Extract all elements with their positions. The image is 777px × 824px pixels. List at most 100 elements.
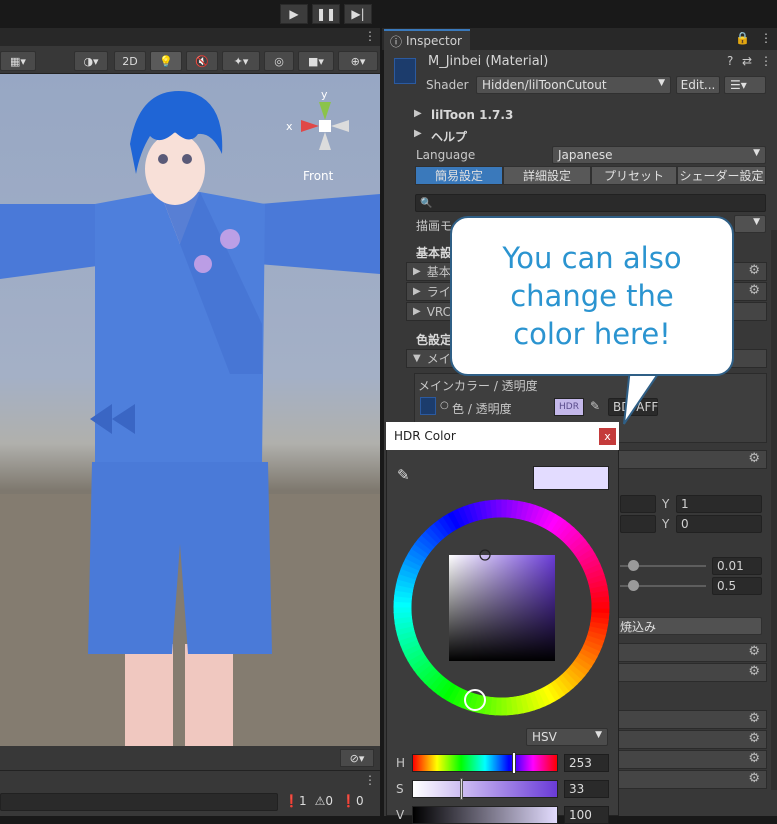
texture-thumbnail[interactable] <box>420 397 436 415</box>
render-mode-label: 描画モ <box>416 219 453 233</box>
tab-inspector[interactable]: ⓘ Inspector <box>384 29 470 50</box>
hue-slider-handle[interactable] <box>512 752 516 774</box>
info-icon: ⓘ <box>390 35 403 49</box>
pause-button[interactable]: ❚❚ <box>312 4 340 24</box>
camera-icon: ■▾ <box>308 54 324 68</box>
audio-toggle[interactable]: 🔇 <box>186 51 218 71</box>
help-icon[interactable]: ? <box>727 54 733 68</box>
more-icon[interactable]: ⋮ <box>364 29 376 43</box>
lock-icon[interactable]: 🔒 <box>735 31 750 45</box>
gear-icon[interactable]: ⚙ <box>748 451 760 466</box>
gear-icon[interactable]: ⚙ <box>748 731 760 746</box>
uv-field[interactable] <box>620 515 656 533</box>
saturation-value-field[interactable]: 33 <box>564 780 609 798</box>
color-preview-swatch <box>533 466 609 490</box>
color-mode-dropdown[interactable]: HSV ▼ <box>526 728 608 746</box>
visibility-toggle[interactable]: ◎ <box>264 51 294 71</box>
section-row[interactable]: ⚙ <box>614 710 767 729</box>
edit-shader-button[interactable]: Edit... <box>676 76 720 94</box>
gizmos-dropdown[interactable]: ⊕▾ <box>338 51 378 71</box>
section-row[interactable]: ⚙ <box>614 750 767 769</box>
gizmo-neg-y-axis <box>319 132 331 150</box>
close-button[interactable]: x <box>599 428 616 445</box>
render-mode-dropdown[interactable]: ▼ <box>734 215 766 233</box>
step-button[interactable]: ▶| <box>344 4 372 24</box>
section-row[interactable]: ⚙ <box>614 770 767 789</box>
gear-icon[interactable]: ⚙ <box>748 644 760 659</box>
settings-sliders-icon[interactable]: ⇄ <box>742 54 752 68</box>
tab-detail-settings[interactable]: 詳細設定 <box>503 166 591 185</box>
section-row[interactable]: ⚙ <box>614 730 767 749</box>
value-slider[interactable] <box>412 806 558 824</box>
basic-settings-header: 基本設 <box>416 246 453 260</box>
play-icon: ▶ <box>289 7 299 21</box>
message-count[interactable]: ❗0 <box>341 794 364 808</box>
section-row[interactable]: ⚙ <box>614 450 767 469</box>
help-foldout[interactable]: ヘルプ <box>431 128 467 145</box>
hue-slider[interactable] <box>412 754 558 772</box>
grid-dropdown[interactable]: ▦▾ <box>0 51 36 71</box>
gear-icon[interactable]: ⚙ <box>748 751 760 766</box>
picker-title-bar[interactable]: HDR Color <box>386 422 619 450</box>
camera-dropdown[interactable]: ■▾ <box>298 51 334 71</box>
gear-icon[interactable]: ⚙ <box>748 283 760 298</box>
play-button[interactable]: ▶ <box>280 4 308 24</box>
slider-handle[interactable] <box>628 560 639 571</box>
scene-gizmo: y x Front <box>286 88 349 183</box>
tab-shader-settings[interactable]: シェーダー設定 <box>677 166 766 185</box>
slider-value-field[interactable]: 0.5 <box>712 577 762 595</box>
orientation-dropdown[interactable]: ⊘▾ <box>340 749 374 767</box>
saturation-slider[interactable] <box>412 780 558 798</box>
tab-simple-settings[interactable]: 簡易設定 <box>415 166 503 185</box>
search-input[interactable]: 🔍 <box>415 194 766 212</box>
warning-count[interactable]: ⚠0 <box>315 794 333 808</box>
triangle-right-icon: ▶ <box>413 306 421 317</box>
inspector-scrollbar[interactable] <box>771 230 777 790</box>
more-icon[interactable]: ⋮ <box>760 31 772 45</box>
triangle-right-icon[interactable]: ▶ <box>414 108 422 119</box>
eyedropper-icon[interactable]: ✎ <box>590 399 600 413</box>
effects-dropdown[interactable]: ✦▾ <box>222 51 260 71</box>
material-thumbnail <box>394 58 416 84</box>
gear-icon[interactable]: ⚙ <box>748 711 760 726</box>
value-value-field[interactable]: 100 <box>564 806 609 824</box>
section-row[interactable]: ⚙ <box>614 663 767 682</box>
shader-label: Shader <box>426 78 469 92</box>
search-icon: 🔍 <box>420 197 433 209</box>
triangle-right-icon[interactable]: ▶ <box>414 128 422 139</box>
scene-viewport[interactable]: y x Front <box>0 74 380 746</box>
shader-options-dropdown[interactable]: ☰▾ <box>724 76 766 94</box>
shader-dropdown[interactable]: Hidden/lilToonCutout ▼ <box>476 76 671 94</box>
uv-field[interactable] <box>620 495 656 513</box>
console-search-field[interactable] <box>0 793 278 811</box>
gear-icon[interactable]: ⚙ <box>748 263 760 278</box>
uv-y-field[interactable]: 1 <box>676 495 762 513</box>
scene-bottom-bar: ⊘▾ <box>0 746 380 770</box>
hue-value-field[interactable]: 253 <box>564 754 609 772</box>
section-row[interactable]: ⚙ <box>614 643 767 662</box>
language-dropdown[interactable]: Japanese ▼ <box>552 146 766 164</box>
shading-icon: ◑▾ <box>83 54 99 68</box>
saturation-slider-handle[interactable] <box>460 778 463 800</box>
slider-value-field[interactable]: 0.01 <box>712 557 762 575</box>
more-icon[interactable]: ⋮ <box>760 54 772 68</box>
lighting-toggle[interactable]: 💡 <box>150 51 182 71</box>
shading-dropdown[interactable]: ◑▾ <box>74 51 108 71</box>
hue-wheel[interactable] <box>393 499 610 716</box>
mode-2d-button[interactable]: 2D <box>114 51 146 71</box>
callout-line: color here! <box>513 317 671 351</box>
eyedropper-icon[interactable]: ✎ <box>397 466 410 484</box>
more-icon[interactable]: ⋮ <box>364 773 376 787</box>
main-color-group-label: メインカラー / 透明度 <box>418 379 538 393</box>
slider-handle[interactable] <box>628 580 639 591</box>
hue-label: H <box>396 756 406 770</box>
tab-presets[interactable]: プリセット <box>591 166 677 185</box>
sakura-flower <box>194 255 212 273</box>
uv-y-field[interactable]: 0 <box>676 515 762 533</box>
error-count[interactable]: ❗1 <box>284 794 307 808</box>
bake-button[interactable]: 焼込み <box>614 617 762 635</box>
hdr-color-swatch[interactable]: HDR <box>554 398 584 416</box>
gear-icon[interactable]: ⚙ <box>748 771 760 786</box>
close-icon: x <box>604 430 611 443</box>
gear-icon[interactable]: ⚙ <box>748 664 760 679</box>
